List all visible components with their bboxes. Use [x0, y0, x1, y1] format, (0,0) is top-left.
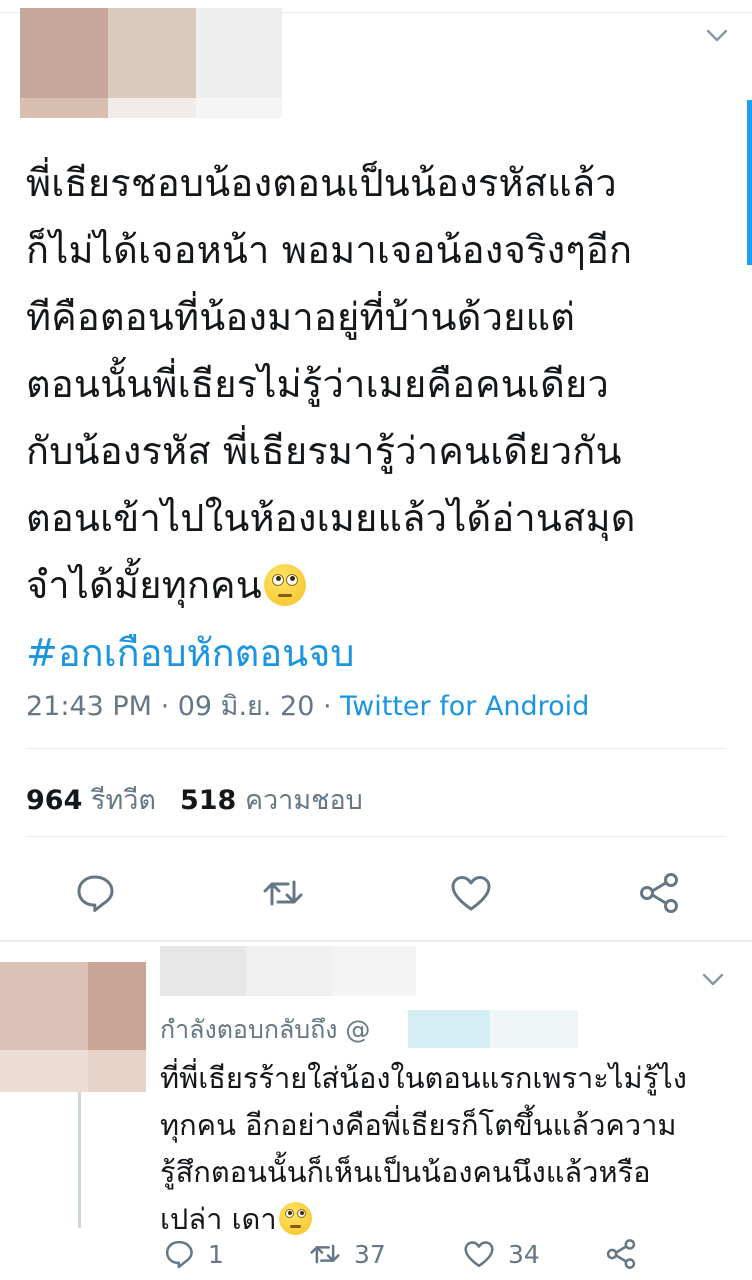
tweet-source-link[interactable]: Twitter for Android: [340, 691, 589, 722]
likes-count: 518: [179, 785, 237, 816]
section-divider: [0, 940, 752, 942]
retweet-icon: [310, 1244, 340, 1264]
likes-stat[interactable]: 518 ความชอบ: [180, 785, 363, 816]
thread-line: [78, 1092, 81, 1228]
divider: [26, 836, 726, 837]
tweet-stats: 964 รีทวีต 518 ความชอบ: [26, 778, 363, 821]
retweets-stat[interactable]: 964 รีทวีต: [26, 785, 156, 816]
likes-label: ความชอบ: [244, 785, 363, 816]
face-with-rolling-eyes-emoji: [263, 564, 306, 606]
chevron-down-icon[interactable]: [700, 966, 726, 992]
tweet-text-body: พี่เธียรชอบน้องตอนเป็นน้องรหัสแล้ว ก็ไม่…: [26, 161, 636, 607]
tweet-meta: 21:43 PM · 09 มิ.ย. 20 · Twitter for And…: [26, 684, 589, 727]
meta-separator: ·: [314, 691, 341, 722]
share-icon[interactable]: [636, 870, 682, 916]
reply-reply-button[interactable]: 1: [162, 1236, 224, 1272]
face-with-rolling-eyes-emoji: [278, 1202, 312, 1235]
reply-retweet-count: 37: [354, 1239, 386, 1269]
reply-text: ที่พี่เธียรร้ายใส่น้องในตอนแรกเพราะไม่รู…: [160, 1055, 730, 1243]
like-icon[interactable]: [448, 870, 494, 916]
meta-separator: ·: [151, 691, 178, 722]
reply-like-button[interactable]: 34: [462, 1236, 540, 1272]
reply-retweet-button[interactable]: 37: [308, 1236, 386, 1272]
share-icon: [606, 1239, 636, 1269]
tweet-date: 09 มิ.ย. 20: [177, 691, 315, 722]
reply-like-count: 34: [508, 1239, 540, 1269]
reply-icon: [165, 1240, 193, 1269]
tweet-detail-screen: พี่เธียรชอบน้องตอนเป็นน้องรหัสแล้ว ก็ไม่…: [0, 0, 752, 1280]
reply-author-name-blurred[interactable]: [160, 946, 416, 1000]
tweet-text: พี่เธียรชอบน้องตอนเป็นน้องรหัสแล้ว ก็ไม่…: [26, 150, 726, 619]
retweets-count: 964: [26, 785, 83, 816]
reply-icon[interactable]: [72, 870, 118, 916]
hashtag-link[interactable]: #อกเกือบหักตอนจบ: [26, 622, 355, 683]
reply-share-button[interactable]: [604, 1236, 638, 1272]
retweet-icon[interactable]: [260, 870, 306, 916]
author-avatar-blurred[interactable]: [20, 8, 282, 118]
replying-to-handle-blurred[interactable]: [408, 1010, 578, 1048]
chevron-down-icon[interactable]: [704, 22, 730, 48]
scrollbar-thumb[interactable]: [747, 100, 752, 265]
divider: [26, 748, 726, 749]
reply-avatar-blurred[interactable]: [0, 962, 146, 1092]
reply-count: 1: [208, 1239, 224, 1269]
tweet-time: 21:43 PM: [26, 691, 152, 722]
replying-to-label: กำลังตอบกลับถึง @: [160, 1015, 371, 1044]
like-icon: [464, 1241, 494, 1268]
reply-text-body: ที่พี่เธียรร้ายใส่น้องในตอนแรกเพราะไม่รู…: [160, 1061, 687, 1236]
retweets-label: รีทวีต: [90, 785, 156, 816]
